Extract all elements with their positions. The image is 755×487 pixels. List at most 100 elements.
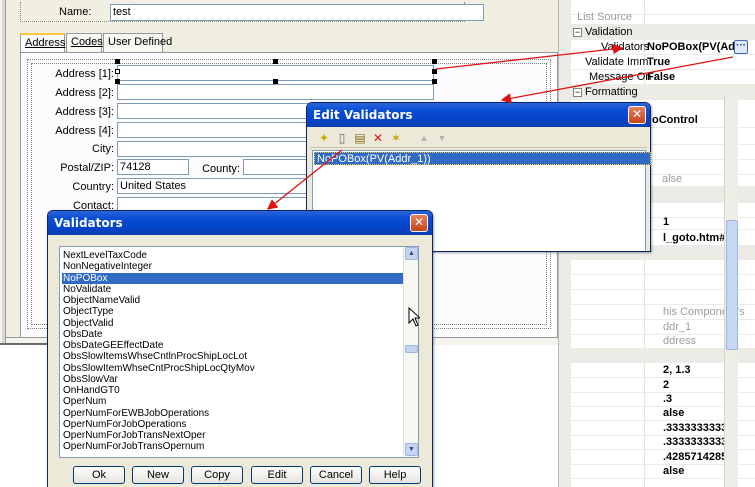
validators-list[interactable]: NextLevelTaxCode NonNegativeInteger NoPOBo… [59,246,419,458]
collapse-icon[interactable]: − [573,28,582,37]
property-value: oControl [652,114,698,126]
selection-handle-tl[interactable] [115,59,120,64]
blank-page-icon[interactable]: ▯ [334,130,350,146]
property-row-validate-immediately[interactable]: Validate Imm True [571,55,755,70]
validator-item[interactable]: ObsSlowItemsWhseCntlnProcShipLocLot [62,351,403,362]
validator-item[interactable]: ObsSlowVar [62,374,403,385]
property-value: alse [663,465,685,477]
tab-codes[interactable]: Codes [66,33,103,52]
edit-validators-toolbar: ✦ ▯ ▤ ✕ ✶ ▲ ▼ [310,128,647,148]
selection-handle-br[interactable] [432,79,437,84]
property-value: l_goto.htm#F [663,232,733,244]
move-up-icon[interactable]: ▲ [416,130,432,146]
validator-item[interactable]: OperNumForJobTransNextOper [62,430,403,441]
selection-handle-tc[interactable] [273,59,278,64]
country-select[interactable]: United States [117,178,307,194]
property-row-validators[interactable]: Validators NoPOBox(PV(Ad [571,40,755,55]
selection-handle-bc[interactable] [273,79,278,84]
help-button[interactable]: Help [369,466,421,484]
address2-input[interactable] [117,84,434,100]
category-label: Formatting [585,86,638,98]
property-row-list-source[interactable]: List Source [571,10,755,25]
wizard-icon[interactable]: ✶ [388,130,404,146]
close-button[interactable]: ✕ [628,106,646,124]
close-icon: ✕ [413,215,425,229]
validator-item[interactable]: ObsDateGEEffectDate [62,340,403,351]
city-input[interactable] [117,141,317,157]
validators-window: Validators ✕ NextLevelTaxCode NonNegative… [47,210,433,487]
ok-button[interactable]: Ok [73,466,125,484]
validator-item[interactable]: NoPOBox [62,272,403,284]
name-label: Name: [59,6,92,18]
validator-item[interactable]: OperNumForEWBJobOperations [62,408,403,419]
property-value: 1 [663,216,670,228]
move-down-icon[interactable]: ▼ [434,130,450,146]
property-row-message-on[interactable]: Message On False [571,70,755,85]
mouse-cursor-icon [408,307,420,327]
property-name: Message On [589,71,652,83]
property-value: ddress [663,335,697,347]
property-value: alse [663,407,685,419]
country-label: Country: [72,181,114,193]
selection-handle-mr[interactable] [432,69,437,74]
validator-item[interactable]: ObjectNameValid [62,295,403,306]
validator-item[interactable]: NonNegativeInteger [62,261,403,272]
postal-input[interactable]: 74128 [117,159,189,175]
edit-validators-title-bar[interactable]: Edit Validators [307,103,650,127]
property-value[interactable]: False [647,71,675,83]
validator-item[interactable]: ObsDate [62,329,403,340]
name-input[interactable]: test [110,4,484,21]
copy-button[interactable]: Copy [191,466,243,484]
property-grid-scroll-thumb[interactable] [726,220,738,350]
address4-input[interactable] [117,122,317,138]
edit-button[interactable]: Edit [251,466,303,484]
address3-input[interactable] [117,103,317,119]
address2-label: Address [2]: [55,87,114,99]
property-value[interactable]: NoPOBox(PV(Ad [647,41,735,53]
validators-title-bar[interactable]: Validators [48,211,432,235]
category-validation[interactable]: − Validation [571,25,755,40]
validator-item[interactable]: ObsSlowItemWhseCntProcShipLocQtyMov [62,363,403,374]
validators-ellipsis-button[interactable]: ··· [734,40,748,54]
tab-codes-label: Codes [71,36,103,48]
validator-item[interactable]: ObjectType [62,306,403,317]
tab-user-defined-label: User Defined [108,36,173,48]
selection-handle-tr[interactable] [432,59,437,64]
new-item-icon[interactable]: ✦ [316,130,332,146]
window-title: Edit Validators [313,108,413,122]
property-value: 2 [663,379,670,391]
validator-item[interactable]: OperNumForJobTransOpernum [62,441,403,452]
validator-item[interactable]: ObjectValid [62,318,403,329]
validators-list-scrollbar[interactable]: ▲ ▼ [403,247,418,457]
scroll-down-icon[interactable]: ▼ [405,443,418,456]
validator-item[interactable]: OnHandGT0 [62,385,403,396]
collapse-icon[interactable]: − [573,88,582,97]
property-value: .33333333333 [663,422,734,434]
tab-user-defined[interactable]: User Defined [103,33,172,52]
property-grid-scrollbar[interactable] [724,95,738,487]
scroll-up-icon[interactable]: ▲ [405,247,418,260]
tab-address[interactable]: Address [20,33,65,53]
cancel-button[interactable]: Cancel [310,466,362,484]
properties-icon[interactable]: ▤ [352,130,368,146]
selection-handle-bl[interactable] [115,79,120,84]
validator-item[interactable]: OperNum [62,396,403,407]
validator-item[interactable]: OperNumForJobOperations [62,419,403,430]
validator-item[interactable]: NextLevelTaxCode [62,250,403,261]
address3-label: Address [3]: [55,106,114,118]
selection-handle-ml[interactable] [115,69,120,74]
property-value: alse [662,173,683,185]
name-row: Name: test [20,2,484,22]
close-button[interactable]: ✕ [410,214,428,232]
property-name: Validators [601,41,650,53]
property-value: 2, 1.3 [663,364,691,376]
postal-label: Postal/ZIP: [60,162,114,174]
new-button[interactable]: New [132,466,184,484]
property-value: .42857142857 [663,451,734,463]
validator-item[interactable]: NoValidate [62,284,403,295]
list-item[interactable]: NoPOBox(PV(Addr_1)) [314,152,651,165]
county-input[interactable] [243,159,307,175]
scroll-thumb[interactable] [405,345,418,353]
delete-icon[interactable]: ✕ [370,130,386,146]
property-value[interactable]: True [647,56,670,68]
